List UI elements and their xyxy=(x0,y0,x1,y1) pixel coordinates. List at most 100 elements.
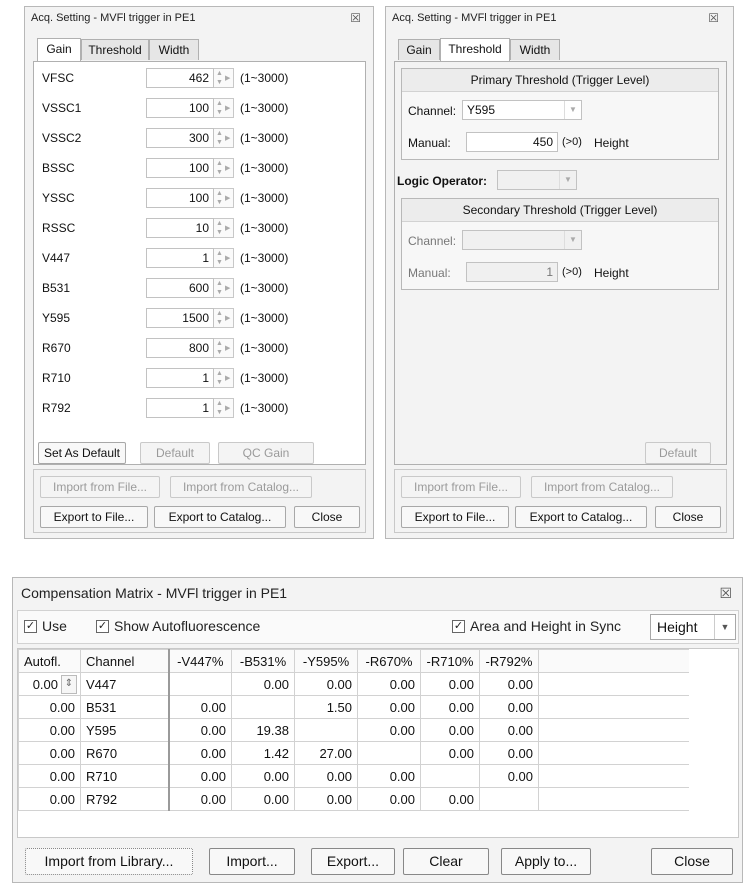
close-button[interactable]: Close xyxy=(294,506,360,528)
matrix-cell[interactable]: 0.00 xyxy=(294,764,358,788)
import-from-catalog-button[interactable]: Import from Catalog... xyxy=(170,476,312,498)
logic-operator-select[interactable]: ▼ xyxy=(497,170,577,190)
matrix-cell[interactable] xyxy=(357,741,421,765)
autofl-cell[interactable]: 0.00 xyxy=(18,787,81,811)
gain-spinner-3[interactable]: ▲ ▼ ▶ xyxy=(214,158,234,178)
import-from-file-button[interactable]: Import from File... xyxy=(401,476,521,498)
gain-dialog-close-icon[interactable]: ☒ xyxy=(350,7,361,29)
matrix-cell[interactable] xyxy=(420,764,480,788)
matrix-cell[interactable]: 0.00 xyxy=(479,741,539,765)
matrix-cell[interactable]: 0.00 xyxy=(294,672,358,696)
matrix-cell[interactable] xyxy=(231,695,295,719)
threshold-dialog-close-icon[interactable]: ☒ xyxy=(708,7,719,29)
gain-spinner-0[interactable]: ▲ ▼ ▶ xyxy=(214,68,234,88)
qc-gain-button[interactable]: QC Gain xyxy=(218,442,314,464)
autofl-cell[interactable]: 0.00 ⇕ xyxy=(18,672,81,696)
matrix-cell[interactable]: 0.00 xyxy=(357,787,421,811)
tab-width[interactable]: Width xyxy=(510,39,560,60)
gain-spinner-8[interactable]: ▲ ▼ ▶ xyxy=(214,308,234,328)
matrix-cell[interactable]: 0.00 xyxy=(479,695,539,719)
gain-value-input-8[interactable]: 1500 xyxy=(146,308,214,328)
matrix-cell[interactable]: 0.00 xyxy=(357,695,421,719)
import-from-file-button[interactable]: Import from File... xyxy=(40,476,160,498)
gain-spinner-5[interactable]: ▲ ▼ ▶ xyxy=(214,218,234,238)
show-autofluorescence-checkbox[interactable]: ✓ xyxy=(96,620,109,633)
autofl-cell[interactable]: 0.00 xyxy=(18,695,81,719)
close-button[interactable]: Close xyxy=(651,848,733,875)
matrix-cell[interactable]: 0.00 xyxy=(231,764,295,788)
autofl-cell[interactable]: 0.00 xyxy=(18,741,81,765)
gain-value-input-6[interactable]: 1 xyxy=(146,248,214,268)
gain-value-input-3[interactable]: 100 xyxy=(146,158,214,178)
matrix-cell[interactable]: 0.00 xyxy=(420,695,480,719)
export-to-file-button[interactable]: Export to File... xyxy=(40,506,148,528)
primary-channel-select[interactable]: Y595 ▼ xyxy=(462,100,582,120)
matrix-cell[interactable]: 0.00 xyxy=(420,718,480,742)
matrix-cell[interactable]: 0.00 xyxy=(479,764,539,788)
gain-value-input-5[interactable]: 10 xyxy=(146,218,214,238)
export-button[interactable]: Export... xyxy=(311,848,395,875)
default-button[interactable]: Default xyxy=(645,442,711,464)
import-button[interactable]: Import... xyxy=(209,848,295,875)
set-as-default-button[interactable]: Set As Default xyxy=(38,442,126,464)
autofl-cell[interactable]: 0.00 xyxy=(18,718,81,742)
matrix-cell[interactable]: 0.00 xyxy=(420,672,480,696)
matrix-cell[interactable]: 0.00 xyxy=(168,741,232,765)
gain-spinner-6[interactable]: ▲ ▼ ▶ xyxy=(214,248,234,268)
matrix-cell[interactable]: 0.00 xyxy=(420,787,480,811)
gain-spinner-1[interactable]: ▲ ▼ ▶ xyxy=(214,98,234,118)
use-checkbox[interactable]: ✓ xyxy=(24,620,37,633)
matrix-cell[interactable]: 0.00 xyxy=(479,672,539,696)
default-button[interactable]: Default xyxy=(140,442,210,464)
matrix-cell[interactable]: 0.00 xyxy=(168,787,232,811)
matrix-cell[interactable] xyxy=(479,787,539,811)
matrix-cell[interactable]: 0.00 xyxy=(357,764,421,788)
matrix-cell[interactable]: 0.00 xyxy=(231,787,295,811)
autofl-spinner-icon[interactable]: ⇕ xyxy=(61,675,77,694)
import-from-catalog-button[interactable]: Import from Catalog... xyxy=(531,476,673,498)
export-to-catalog-button[interactable]: Export to Catalog... xyxy=(154,506,286,528)
gain-value-input-7[interactable]: 600 xyxy=(146,278,214,298)
matrix-cell[interactable] xyxy=(168,672,232,696)
gain-spinner-11[interactable]: ▲ ▼ ▶ xyxy=(214,398,234,418)
tab-threshold[interactable]: Threshold xyxy=(81,39,149,60)
matrix-cell[interactable] xyxy=(294,718,358,742)
matrix-cell[interactable]: 0.00 xyxy=(420,741,480,765)
matrix-cell[interactable]: 0.00 xyxy=(479,718,539,742)
export-to-catalog-button[interactable]: Export to Catalog... xyxy=(515,506,647,528)
matrix-cell[interactable]: 19.38 xyxy=(231,718,295,742)
matrix-cell[interactable]: 1.42 xyxy=(231,741,295,765)
matrix-cell[interactable]: 1.50 xyxy=(294,695,358,719)
gain-value-input-10[interactable]: 1 xyxy=(146,368,214,388)
gain-spinner-10[interactable]: ▲ ▼ ▶ xyxy=(214,368,234,388)
export-to-file-button[interactable]: Export to File... xyxy=(401,506,509,528)
primary-manual-input[interactable]: 450 xyxy=(466,132,558,152)
close-button[interactable]: Close xyxy=(655,506,721,528)
matrix-cell[interactable]: 0.00 xyxy=(168,718,232,742)
gain-value-input-0[interactable]: 462 xyxy=(146,68,214,88)
area-height-sync-checkbox[interactable]: ✓ xyxy=(452,620,465,633)
gain-spinner-9[interactable]: ▲ ▼ ▶ xyxy=(214,338,234,358)
matrix-cell[interactable]: 27.00 xyxy=(294,741,358,765)
gain-value-input-11[interactable]: 1 xyxy=(146,398,214,418)
tab-gain[interactable]: Gain xyxy=(398,39,440,60)
gain-value-input-1[interactable]: 100 xyxy=(146,98,214,118)
matrix-cell[interactable]: 0.00 xyxy=(294,787,358,811)
secondary-manual-input[interactable]: 1 xyxy=(466,262,558,282)
matrix-cell[interactable]: 0.00 xyxy=(168,764,232,788)
gain-value-input-9[interactable]: 800 xyxy=(146,338,214,358)
tab-threshold[interactable]: Threshold xyxy=(440,38,510,61)
autofl-cell[interactable]: 0.00 xyxy=(18,764,81,788)
tab-gain[interactable]: Gain xyxy=(37,38,81,61)
gain-value-input-2[interactable]: 300 xyxy=(146,128,214,148)
clear-button[interactable]: Clear xyxy=(403,848,489,875)
gain-value-input-4[interactable]: 100 xyxy=(146,188,214,208)
import-from-library-button[interactable]: Import from Library... xyxy=(25,848,193,875)
height-mode-select[interactable]: Height ▼ xyxy=(650,614,736,640)
matrix-cell[interactable]: 0.00 xyxy=(231,672,295,696)
matrix-cell[interactable]: 0.00 xyxy=(357,718,421,742)
secondary-channel-select[interactable]: ▼ xyxy=(462,230,582,250)
matrix-cell[interactable]: 0.00 xyxy=(357,672,421,696)
gain-spinner-7[interactable]: ▲ ▼ ▶ xyxy=(214,278,234,298)
gain-spinner-2[interactable]: ▲ ▼ ▶ xyxy=(214,128,234,148)
